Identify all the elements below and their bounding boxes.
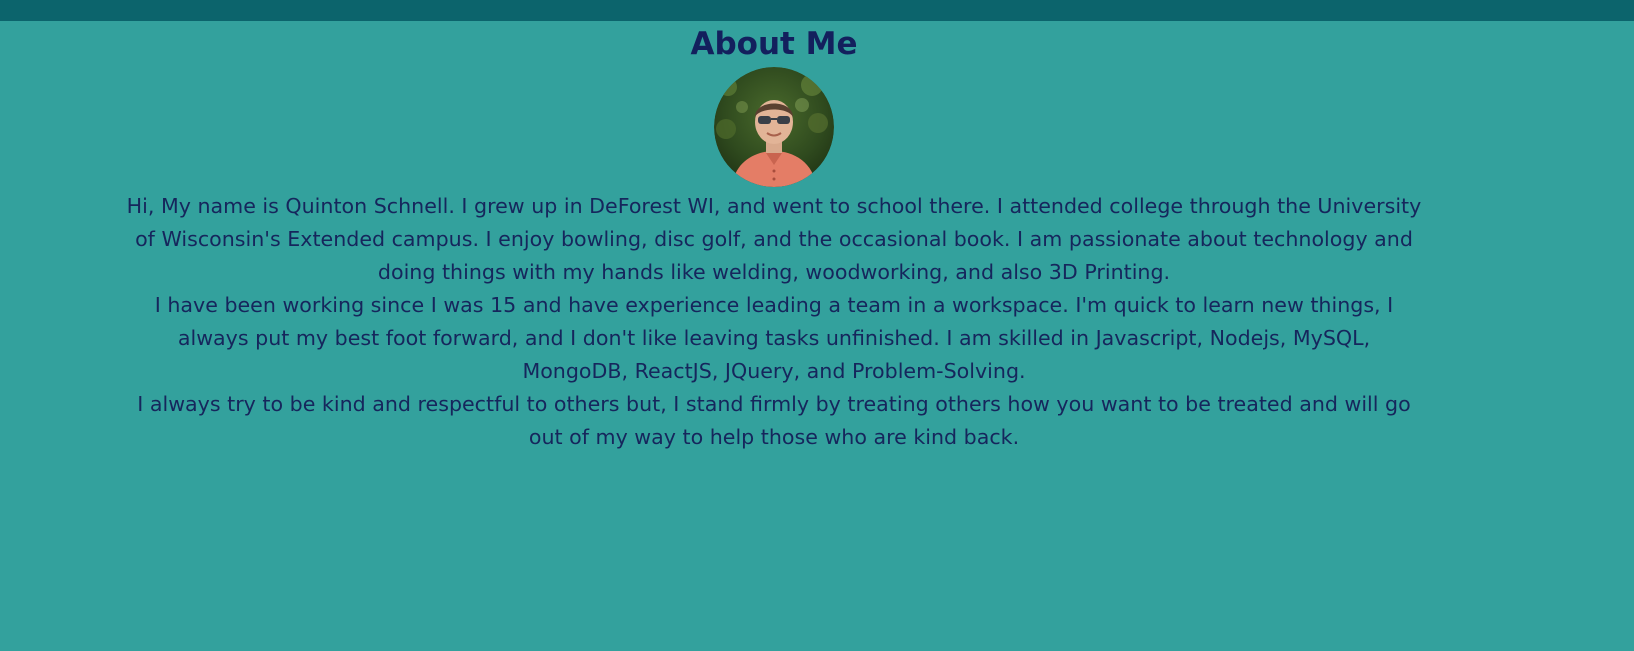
bio-paragraph: I have been working since I was 15 and h… — [154, 293, 1394, 383]
about-section: About Me Hi, My name is Quinton Schnell.… — [0, 21, 1548, 454]
profile-photo-image — [714, 67, 834, 187]
bio-paragraph: I always try to be kind and respectful t… — [137, 392, 1411, 449]
bio-text: Hi, My name is Quinton Schnell. I grew u… — [124, 190, 1424, 454]
top-nav-bar — [0, 0, 1634, 21]
bio-paragraph: Hi, My name is Quinton Schnell. I grew u… — [126, 194, 1422, 284]
page-title: About Me — [690, 26, 858, 62]
profile-photo — [714, 67, 834, 187]
